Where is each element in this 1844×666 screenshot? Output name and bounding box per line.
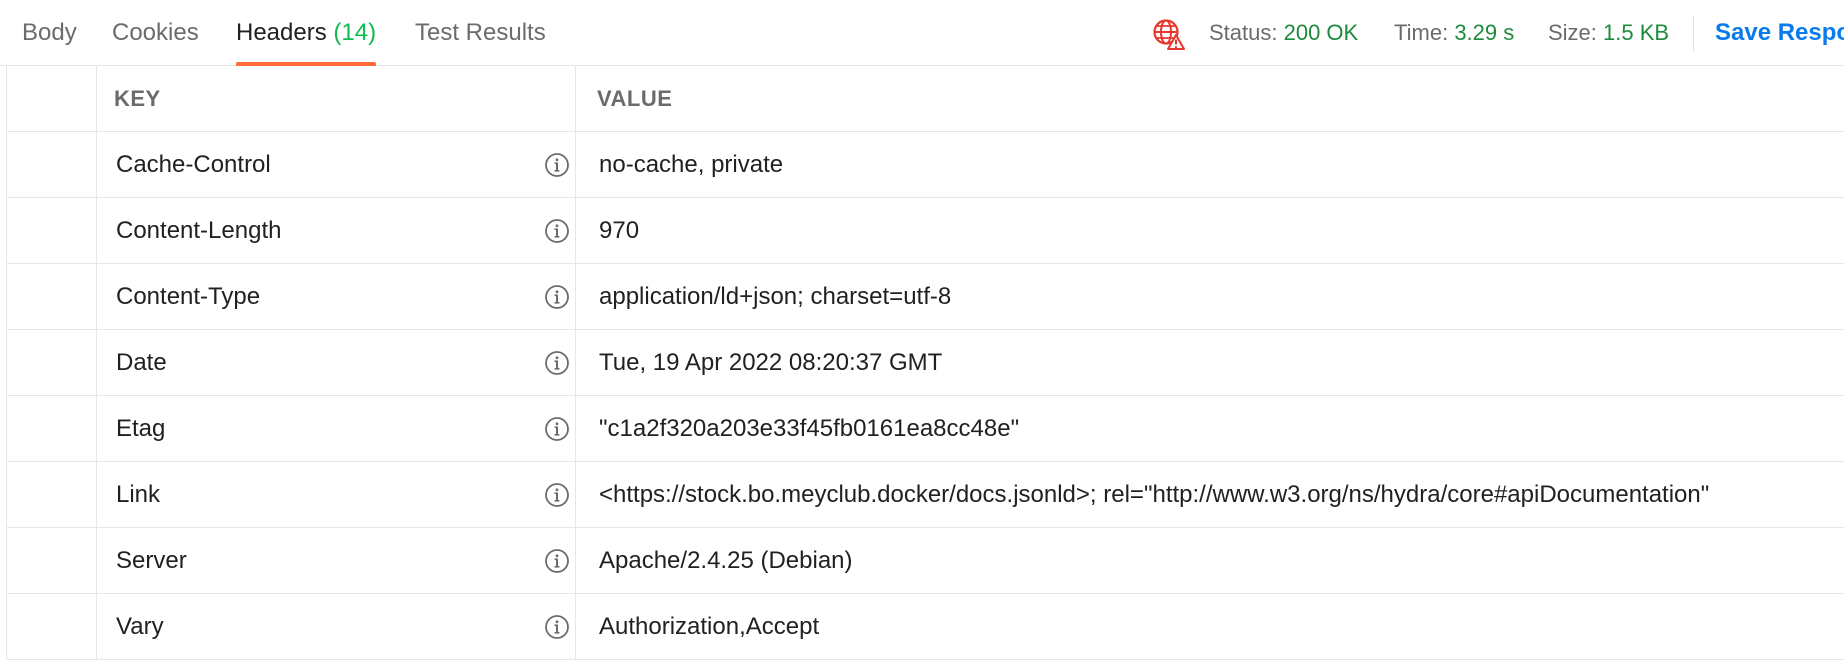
- table-row: Content-Length 970: [7, 198, 1844, 264]
- key-header-label: KEY: [114, 86, 161, 111]
- info-icon[interactable]: [544, 482, 570, 508]
- table-row: Etag "c1a2f320a203e33f45fb0161ea8cc48e": [7, 396, 1844, 462]
- row-checkbox-cell: [7, 462, 97, 527]
- table-row: Date Tue, 19 Apr 2022 08:20:37 GMT: [7, 330, 1844, 396]
- size-value: 1.5 KB: [1603, 20, 1670, 45]
- row-checkbox-cell: [7, 132, 97, 197]
- globe-warning-icon[interactable]: [1151, 17, 1185, 51]
- headers-table: KEY VALUE Cache-Control no-cache, privat…: [6, 66, 1844, 660]
- header-value[interactable]: Authorization,Accept: [599, 594, 819, 660]
- table-header-row: KEY VALUE: [7, 66, 1844, 132]
- header-key-cell: Vary: [97, 594, 576, 659]
- header-value-cell: no-cache, private: [577, 132, 1844, 197]
- size-readout[interactable]: Size: 1.5 KB: [1548, 0, 1669, 66]
- info-icon[interactable]: [544, 614, 570, 640]
- info-icon[interactable]: [544, 350, 570, 376]
- status-readout[interactable]: Status: 200 OK: [1209, 0, 1358, 66]
- header-value[interactable]: no-cache, private: [599, 132, 783, 198]
- time-value: 3.29 s: [1454, 20, 1515, 45]
- row-checkbox-cell: [7, 528, 97, 593]
- header-key-cell: Content-Length: [97, 198, 576, 263]
- response-tabs-bar: Body Cookies Headers (14) Test Results S…: [0, 0, 1844, 66]
- header-value[interactable]: "c1a2f320a203e33f45fb0161ea8cc48e": [599, 396, 1019, 462]
- info-icon[interactable]: [544, 284, 570, 310]
- header-value[interactable]: Tue, 19 Apr 2022 08:20:37 GMT: [599, 330, 942, 396]
- save-response-button[interactable]: Save Respo: [1715, 0, 1844, 66]
- header-key: Content-Length: [116, 217, 282, 244]
- header-key-cell: Server: [97, 528, 576, 593]
- header-key: Cache-Control: [116, 151, 271, 178]
- status-value: 200 OK: [1283, 20, 1359, 45]
- header-value-cell: Tue, 19 Apr 2022 08:20:37 GMT: [577, 330, 1844, 395]
- header-value-cell: Authorization,Accept: [577, 594, 1844, 659]
- time-readout[interactable]: Time: 3.29 s: [1394, 0, 1514, 66]
- tab-cookies[interactable]: Cookies: [112, 0, 199, 66]
- value-header-label: VALUE: [597, 86, 673, 111]
- row-checkbox-cell: [7, 396, 97, 461]
- tab-body[interactable]: Body: [22, 0, 77, 66]
- table-row: Vary Authorization,Accept: [7, 594, 1844, 660]
- header-key: Vary: [116, 613, 164, 640]
- tab-test-results[interactable]: Test Results: [415, 0, 546, 66]
- row-checkbox-cell: [7, 594, 97, 659]
- header-key: Server: [116, 547, 187, 574]
- info-icon[interactable]: [544, 416, 570, 442]
- header-value-cell: "c1a2f320a203e33f45fb0161ea8cc48e": [577, 396, 1844, 461]
- table-row: Server Apache/2.4.25 (Debian): [7, 528, 1844, 594]
- header-value-cell: Apache/2.4.25 (Debian): [577, 528, 1844, 593]
- header-value-cell: <https://stock.bo.meyclub.docker/docs.js…: [577, 462, 1844, 527]
- status-label: Status:: [1209, 20, 1278, 45]
- header-key-cell: Link: [97, 462, 576, 527]
- header-value-cell: application/ld+json; charset=utf-8: [577, 264, 1844, 329]
- value-column-header: VALUE: [577, 66, 1844, 131]
- table-row: Content-Type application/ld+json; charse…: [7, 264, 1844, 330]
- header-key-cell: Content-Type: [97, 264, 576, 329]
- row-checkbox-cell: [7, 198, 97, 263]
- header-key: Link: [116, 481, 161, 508]
- header-key: Date: [116, 349, 167, 376]
- header-value[interactable]: application/ld+json; charset=utf-8: [599, 264, 951, 330]
- tab-headers-label: Headers: [236, 19, 327, 46]
- info-icon[interactable]: [544, 152, 570, 178]
- table-row: Link <https://stock.bo.meyclub.docker/do…: [7, 462, 1844, 528]
- header-value[interactable]: 970: [599, 198, 639, 264]
- header-key-cell: Date: [97, 330, 576, 395]
- header-key: Etag: [116, 415, 166, 442]
- tab-headers[interactable]: Headers (14): [236, 0, 377, 66]
- header-key-cell: Cache-Control: [97, 132, 576, 197]
- info-icon[interactable]: [544, 548, 570, 574]
- info-icon[interactable]: [544, 218, 570, 244]
- header-key: Content-Type: [116, 283, 261, 310]
- row-checkbox-cell: [7, 330, 97, 395]
- header-value[interactable]: <https://stock.bo.meyclub.docker/docs.js…: [599, 462, 1709, 528]
- header-value-cell: 970: [577, 198, 1844, 263]
- header-checkbox-cell: [7, 66, 97, 131]
- key-column-header: KEY: [97, 66, 576, 131]
- toolbar-divider: [1693, 16, 1694, 52]
- tab-headers-count: (14): [333, 19, 377, 46]
- size-label: Size:: [1548, 20, 1597, 45]
- row-checkbox-cell: [7, 264, 97, 329]
- header-value[interactable]: Apache/2.4.25 (Debian): [599, 528, 853, 594]
- table-row: Cache-Control no-cache, private: [7, 132, 1844, 198]
- time-label: Time:: [1394, 20, 1449, 45]
- header-key-cell: Etag: [97, 396, 576, 461]
